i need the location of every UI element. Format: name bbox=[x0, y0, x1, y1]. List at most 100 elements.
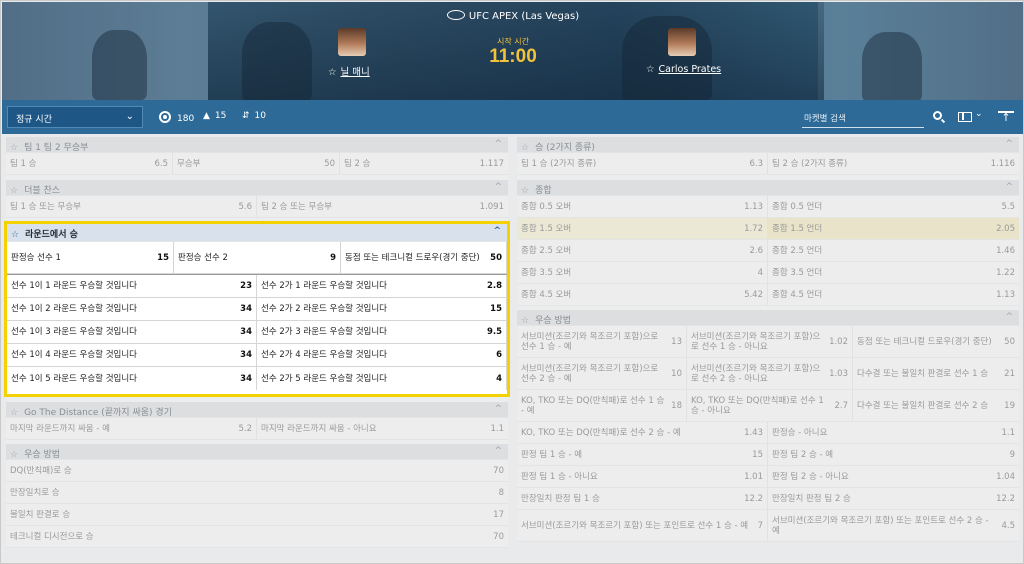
odds-cell[interactable]: 선수 2가 1 라운드 우승할 것입니다 2.8 bbox=[257, 275, 507, 297]
star-icon[interactable]: ☆ bbox=[521, 143, 529, 153]
odds-cell[interactable]: 다수결 또는 불일치 판결로 선수 1 승 21 bbox=[853, 358, 1019, 389]
scroll-top-icon[interactable]: ↑ bbox=[998, 111, 1014, 123]
filter-live[interactable]: ▲ 15 bbox=[203, 111, 226, 121]
filter-updown[interactable]: ⇵ 10 bbox=[242, 111, 266, 121]
market-header[interactable]: ☆ 더블 찬스 ^ bbox=[6, 180, 508, 196]
market-title: 더블 찬스 bbox=[24, 186, 61, 196]
odds-cell[interactable]: 판정승 선수 2 9 bbox=[174, 242, 341, 273]
odds-cell[interactable]: 동점 또는 테크니컬 드로우(경기 중단) 50 bbox=[853, 326, 1019, 357]
odds-cell[interactable]: 팀 1 승 6.5 bbox=[6, 153, 173, 174]
odds-cell[interactable]: 종합 3.5 오버 4 bbox=[517, 262, 768, 283]
odds-cell[interactable]: 불일치 판결로 승 17 bbox=[6, 504, 508, 525]
star-icon[interactable]: ☆ bbox=[11, 230, 19, 240]
odds-cell[interactable]: DQ(반칙패)로 승 70 bbox=[6, 460, 508, 481]
odds-cell[interactable]: KO, TKO 또는 DQ(반칙패)로 선수 2 승 - 예 1.43 bbox=[517, 422, 768, 443]
odds-cell[interactable]: 판정 팀 2 승 - 아니요 1.04 bbox=[768, 466, 1019, 487]
odds-cell[interactable]: 종합 2.5 언더 1.46 bbox=[768, 240, 1019, 261]
odds-cell[interactable]: 동점 또는 테크니컬 드로우(경기 중단) 50 bbox=[341, 242, 507, 273]
star-icon[interactable]: ☆ bbox=[10, 186, 18, 196]
collapse-icon[interactable]: ^ bbox=[494, 182, 502, 192]
odds-cell[interactable]: 판정 팀 2 승 - 예 9 bbox=[768, 444, 1019, 465]
odds-cell[interactable]: 선수 1이 1 라운드 우승할 것입니다 23 bbox=[7, 275, 257, 297]
period-select[interactable]: 정규 시간 ⌄ bbox=[7, 106, 143, 128]
market-header[interactable]: ☆ 승 (2가지 종류) ^ bbox=[517, 137, 1019, 153]
odds-cell[interactable]: 팀 2 승 또는 무승부 1.091 bbox=[257, 196, 508, 217]
odds-cell[interactable]: 서브미션(조르기와 목조르기 포함) 또는 포인트로 선수 2 승 - 예 4.5 bbox=[768, 510, 1019, 541]
filter-all[interactable]: 180 bbox=[159, 111, 194, 124]
odds-cell[interactable]: 종합 3.5 언더 1.22 bbox=[768, 262, 1019, 283]
market-header[interactable]: ☆ 우승 방법 ^ bbox=[517, 310, 1019, 326]
odds-cell[interactable]: KO, TKO 또는 DQ(반칙패)로 선수 1 승 - 예 18 bbox=[517, 390, 687, 421]
star-icon[interactable]: ☆ bbox=[646, 64, 655, 75]
odds-cell[interactable]: 종합 4.5 언더 1.13 bbox=[768, 284, 1019, 305]
star-icon[interactable]: ☆ bbox=[521, 316, 529, 326]
odds-cell[interactable]: 선수 2가 2 라운드 우승할 것입니다 15 bbox=[257, 298, 507, 320]
odds-cell[interactable]: 종합 1.5 언더 2.05 bbox=[768, 218, 1019, 239]
odds-cell[interactable]: 마지막 라운드까지 싸움 - 아니요 1.1 bbox=[257, 418, 508, 439]
odds-cell[interactable]: 서브미션(조르기와 목조르기 포함)으로 선수 1 승 - 예 13 bbox=[517, 326, 687, 357]
odds-cell[interactable]: 선수 2가 4 라운드 우승할 것입니다 6 bbox=[257, 344, 507, 366]
odds-cell[interactable]: 다수결 또는 불일치 판결로 선수 2 승 19 bbox=[853, 390, 1019, 421]
odds-cell[interactable]: 선수 2가 5 라운드 우승할 것입니다 4 bbox=[257, 367, 507, 390]
search-icon[interactable] bbox=[933, 111, 942, 120]
table-row: KO, TKO 또는 DQ(반칙패)로 선수 2 승 - 예 1.43 판정승 -… bbox=[517, 422, 1019, 444]
odds-cell[interactable]: 종합 2.5 오버 2.6 bbox=[517, 240, 768, 261]
outcome-label: 종합 3.5 오버 bbox=[521, 267, 572, 278]
market-header[interactable]: ☆ 종합 ^ bbox=[517, 180, 1019, 196]
star-icon[interactable]: ☆ bbox=[521, 186, 529, 196]
odds-cell[interactable]: 팀 1 승 또는 무승부 5.6 bbox=[6, 196, 257, 217]
odds-value: 1.116 bbox=[990, 158, 1015, 169]
collapse-icon[interactable]: ^ bbox=[494, 139, 502, 149]
odds-cell[interactable]: 서브미션(조르기와 목조르기 포함)으로 선수 2 승 - 아니요 1.03 bbox=[687, 358, 853, 389]
layout-icon[interactable] bbox=[958, 112, 972, 122]
odds-cell[interactable]: 서브미션(조르기와 목조르기 포함)으로 선수 2 승 - 예 10 bbox=[517, 358, 687, 389]
chevron-down-icon[interactable]: ⌄ bbox=[975, 109, 983, 119]
collapse-icon[interactable]: ^ bbox=[494, 446, 502, 456]
odds-cell[interactable]: 판정승 - 아니요 1.1 bbox=[768, 422, 1019, 443]
odds-cell[interactable]: 판정승 선수 1 15 bbox=[7, 242, 174, 273]
star-icon[interactable]: ☆ bbox=[10, 143, 18, 153]
collapse-icon[interactable]: ^ bbox=[494, 404, 502, 414]
odds-cell[interactable]: 서브미션(조르기와 목조르기 포함)으로 선수 1 승 - 아니요 1.02 bbox=[687, 326, 853, 357]
odds-cell[interactable]: 판정 팀 1 승 - 아니요 1.01 bbox=[517, 466, 768, 487]
star-icon[interactable]: ☆ bbox=[10, 408, 18, 418]
odds-cell[interactable]: 테크니컬 디시전으로 승 70 bbox=[6, 526, 508, 547]
star-icon[interactable]: ☆ bbox=[10, 450, 18, 460]
collapse-icon[interactable]: ^ bbox=[1005, 182, 1013, 192]
odds-cell[interactable]: 팀 2 승 (2가지 종류) 1.116 bbox=[768, 153, 1019, 174]
odds-cell[interactable]: KO, TKO 또는 DQ(반칙패)로 선수 1 승 - 아니요 2.7 bbox=[687, 390, 853, 421]
outcome-label: 팀 2 승 (2가지 종류) bbox=[772, 158, 848, 169]
market-header[interactable]: ☆ 팀 1 팀 2 무승부 ^ bbox=[6, 137, 508, 153]
odds-cell[interactable]: 만장일치 판정 팀 1 승 12.2 bbox=[517, 488, 768, 509]
collapse-icon[interactable]: ^ bbox=[1005, 139, 1013, 149]
market-search-input[interactable]: 마켓별 검색 bbox=[802, 108, 924, 128]
collapse-icon[interactable]: ^ bbox=[493, 226, 501, 236]
odds-cell[interactable]: 종합 1.5 오버 1.72 bbox=[517, 218, 768, 239]
market-header[interactable]: ☆ Go The Distance (끝까지 싸움) 경기 ^ bbox=[6, 402, 508, 418]
market-header[interactable]: ☆ 라운드에서 승 ^ bbox=[7, 224, 507, 242]
table-row: 만장일치 판정 팀 1 승 12.2 만장일치 판정 팀 2 승 12.2 bbox=[517, 488, 1019, 510]
odds-cell[interactable]: 선수 1이 4 라운드 우승할 것입니다 34 bbox=[7, 344, 257, 366]
odds-value: 1.46 bbox=[996, 245, 1015, 256]
odds-cell[interactable]: 만장일치로 승 8 bbox=[6, 482, 508, 503]
odds-cell[interactable]: 종합 0.5 언더 5.5 bbox=[768, 196, 1019, 217]
fighter1-link[interactable]: ☆ 닐 매니 bbox=[328, 64, 370, 78]
odds-cell[interactable]: 마지막 라운드까지 싸움 - 예 5.2 bbox=[6, 418, 257, 439]
odds-value: 2.05 bbox=[996, 223, 1015, 234]
odds-cell[interactable]: 팀 1 승 (2가지 종류) 6.3 bbox=[517, 153, 768, 174]
market-header[interactable]: ☆ 우승 방법 ^ bbox=[6, 444, 508, 460]
odds-cell[interactable]: 종합 0.5 오버 1.13 bbox=[517, 196, 768, 217]
odds-cell[interactable]: 서브미션(조르기와 목조르기 포함) 또는 포인트로 선수 1 승 - 예 7 bbox=[517, 510, 768, 541]
odds-cell[interactable]: 선수 2가 3 라운드 우승할 것입니다 9.5 bbox=[257, 321, 507, 343]
star-icon[interactable]: ☆ bbox=[328, 67, 337, 78]
odds-cell[interactable]: 무승부 50 bbox=[173, 153, 340, 174]
odds-cell[interactable]: 선수 1이 2 라운드 우승할 것입니다 34 bbox=[7, 298, 257, 320]
odds-cell[interactable]: 판정 팀 1 승 - 예 15 bbox=[517, 444, 768, 465]
collapse-icon[interactable]: ^ bbox=[1005, 312, 1013, 322]
odds-cell[interactable]: 만장일치 판정 팀 2 승 12.2 bbox=[768, 488, 1019, 509]
odds-cell[interactable]: 팀 2 승 1.117 bbox=[340, 153, 508, 174]
odds-cell[interactable]: 종합 4.5 오버 5.42 bbox=[517, 284, 768, 305]
odds-cell[interactable]: 선수 1이 5 라운드 우승할 것입니다 34 bbox=[7, 367, 257, 390]
odds-cell[interactable]: 선수 1이 3 라운드 우승할 것입니다 34 bbox=[7, 321, 257, 343]
fighter2-link[interactable]: ☆ Carlos Prates bbox=[646, 64, 721, 75]
